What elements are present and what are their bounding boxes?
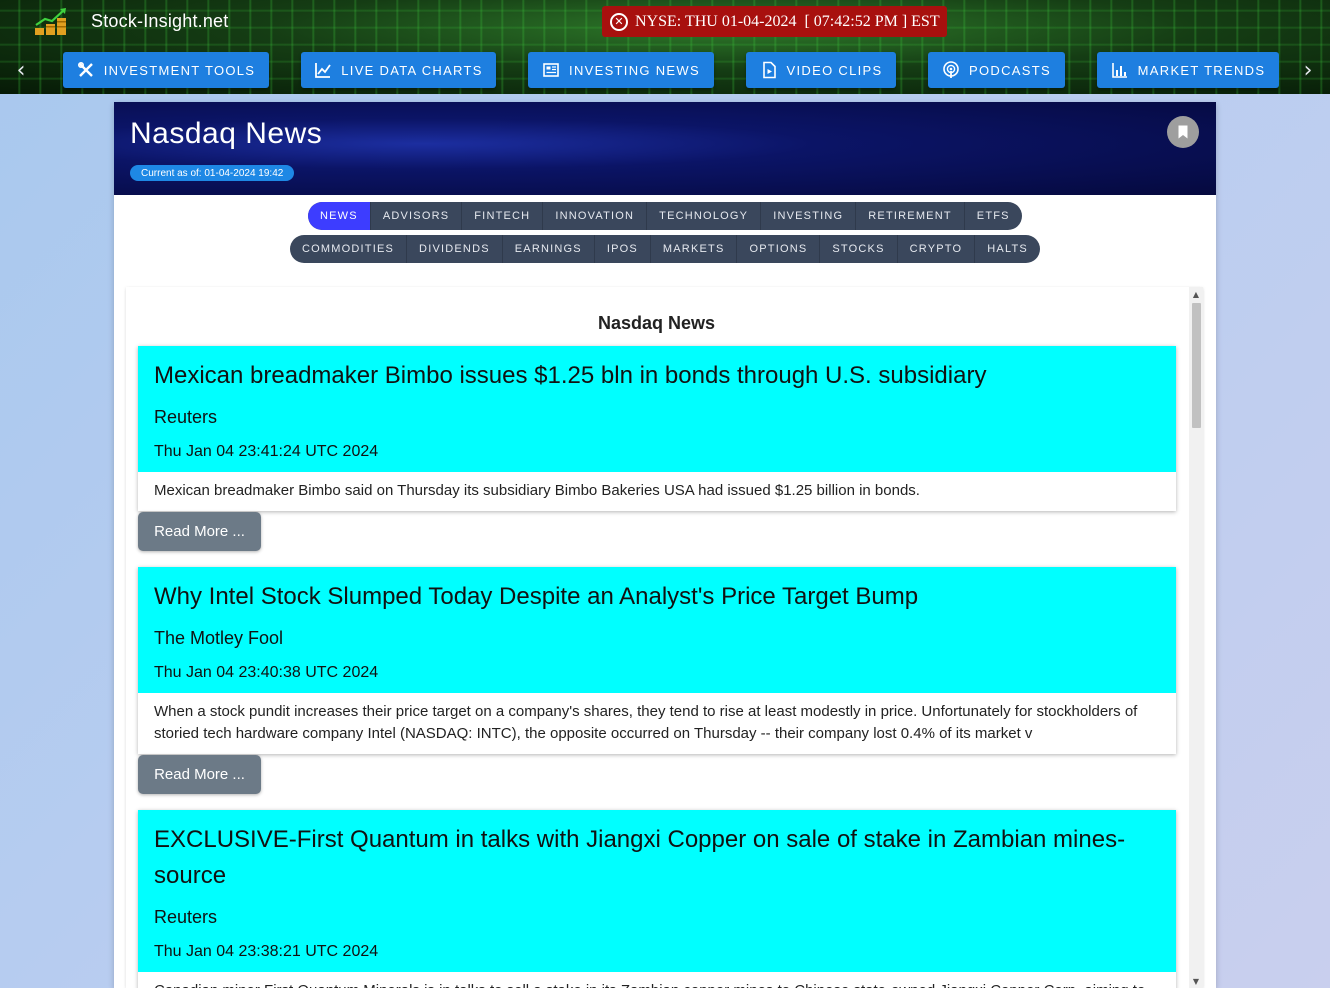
article-headline[interactable]: Mexican breadmaker Bimbo issues $1.25 bl…: [154, 358, 1160, 394]
article-date: Thu Jan 04 23:41:24 UTC 2024: [154, 443, 379, 460]
nav-label: PODCASTS: [969, 62, 1051, 78]
tab-commodities[interactable]: COMMODITIES: [290, 235, 408, 263]
tab-advisors[interactable]: ADVISORS: [371, 202, 463, 230]
nav-video-clips[interactable]: VIDEO CLIPS: [746, 52, 896, 88]
tab-earnings[interactable]: EARNINGS: [503, 235, 595, 263]
article-source: The Motley Fool: [154, 628, 284, 648]
article-date: Thu Jan 04 23:40:38 UTC 2024: [154, 664, 379, 681]
tab-dividends[interactable]: DIVIDENDS: [407, 235, 503, 263]
tab-news[interactable]: NEWS: [308, 202, 371, 230]
video-file-icon: [760, 61, 778, 79]
as-of-badge: Current as of: 01-04-2024 19:42: [130, 165, 295, 181]
tab-stocks[interactable]: STOCKS: [820, 235, 898, 263]
page-title: Nasdaq News: [130, 117, 323, 150]
read-more-button[interactable]: Read More ...: [138, 755, 261, 794]
news-card: EXCLUSIVE-First Quantum in talks with Ji…: [138, 810, 1176, 988]
article-date: Thu Jan 04 23:38:21 UTC 2024: [154, 943, 379, 960]
line-chart-icon: [314, 61, 332, 79]
bookmark-button[interactable]: [1167, 116, 1199, 148]
tab-technology[interactable]: TECHNOLOGY: [647, 202, 762, 230]
bookmark-icon: [1178, 125, 1188, 139]
feed-scrollbar[interactable]: ▲ ▼: [1189, 287, 1203, 988]
feed-title: Nasdaq News: [597, 313, 716, 333]
scroll-down-arrow-icon[interactable]: ▼: [1189, 974, 1203, 988]
tab-markets[interactable]: MARKETS: [651, 235, 738, 263]
nav-label: MARKET TRENDS: [1137, 62, 1266, 78]
nav-label: LIVE DATA CHARTS: [341, 62, 483, 78]
article-summary: When a stock pundit increases their pric…: [154, 703, 1138, 742]
news-card: Why Intel Stock Slumped Today Despite an…: [138, 567, 1176, 754]
read-more-button[interactable]: Read More ...: [138, 512, 261, 551]
news-card: Mexican breadmaker Bimbo issues $1.25 bl…: [138, 346, 1176, 511]
tab-crypto[interactable]: CRYPTO: [898, 235, 976, 263]
tab-fintech[interactable]: FINTECH: [462, 202, 544, 230]
chevron-right-icon[interactable]: ›: [1296, 58, 1320, 83]
market-status-badge: ✕ NYSE: THU 01-04-2024 [ 07:42:52 PM ] E…: [602, 6, 947, 37]
news-feed[interactable]: Nasdaq News Mexican breadmaker Bimbo iss…: [126, 287, 1203, 988]
article-source: Reuters: [154, 907, 218, 927]
market-status-text: NYSE: THU 01-04-2024 [ 07:42:52 PM ] EST: [635, 12, 940, 30]
category-tabs-row-1: NEWS ADVISORS FINTECH INNOVATION TECHNOL…: [308, 202, 1022, 230]
chevron-left-icon[interactable]: ‹: [9, 58, 33, 83]
tab-options[interactable]: OPTIONS: [737, 235, 821, 263]
scroll-up-arrow-icon[interactable]: ▲: [1189, 287, 1203, 301]
podcast-icon: [942, 61, 960, 79]
nav-label: INVESTMENT TOOLS: [103, 62, 256, 78]
article-source: Reuters: [154, 407, 218, 427]
top-header: Stock-Insight.net ✕ NYSE: THU 01-04-2024…: [0, 0, 1330, 94]
nav-podcasts[interactable]: PODCASTS: [928, 52, 1065, 88]
scrollbar-thumb[interactable]: [1192, 303, 1201, 428]
tab-halts[interactable]: HALTS: [975, 235, 1040, 263]
nav-label: VIDEO CLIPS: [786, 62, 883, 78]
nav-investing-news[interactable]: INVESTING NEWS: [528, 52, 714, 88]
site-name[interactable]: Stock-Insight.net: [91, 11, 228, 32]
tab-investing[interactable]: INVESTING: [761, 202, 857, 230]
article-summary: Mexican breadmaker Bimbo said on Thursda…: [154, 482, 920, 499]
tools-icon: [77, 61, 95, 79]
category-tabs-row-2: COMMODITIES DIVIDENDS EARNINGS IPOS MARK…: [290, 235, 1040, 263]
nav-market-trends[interactable]: MARKET TRENDS: [1097, 52, 1279, 88]
nav-live-data-charts[interactable]: LIVE DATA CHARTS: [301, 52, 496, 88]
nav-investment-tools[interactable]: INVESTMENT TOOLS: [63, 52, 269, 88]
nav-label: INVESTING NEWS: [569, 62, 700, 78]
article-headline[interactable]: Why Intel Stock Slumped Today Despite an…: [154, 579, 1160, 615]
panel-header: Nasdaq News Current as of: 01-04-2024 19…: [114, 102, 1216, 195]
bar-chart-icon: [1111, 61, 1129, 79]
news-panel: Nasdaq News Current as of: 01-04-2024 19…: [114, 102, 1216, 988]
stock-growth-logo-icon[interactable]: [34, 6, 68, 36]
tab-retirement[interactable]: RETIREMENT: [856, 202, 965, 230]
tab-etfs[interactable]: ETFS: [965, 202, 1022, 230]
market-closed-icon: ✕: [610, 12, 628, 31]
article-headline[interactable]: EXCLUSIVE-First Quantum in talks with Ji…: [154, 822, 1160, 894]
article-summary: Canadian miner First Quantum Minerals is…: [138, 972, 1176, 988]
tab-ipos[interactable]: IPOS: [595, 235, 651, 263]
tab-innovation[interactable]: INNOVATION: [543, 202, 648, 230]
newspaper-icon: [542, 61, 560, 79]
